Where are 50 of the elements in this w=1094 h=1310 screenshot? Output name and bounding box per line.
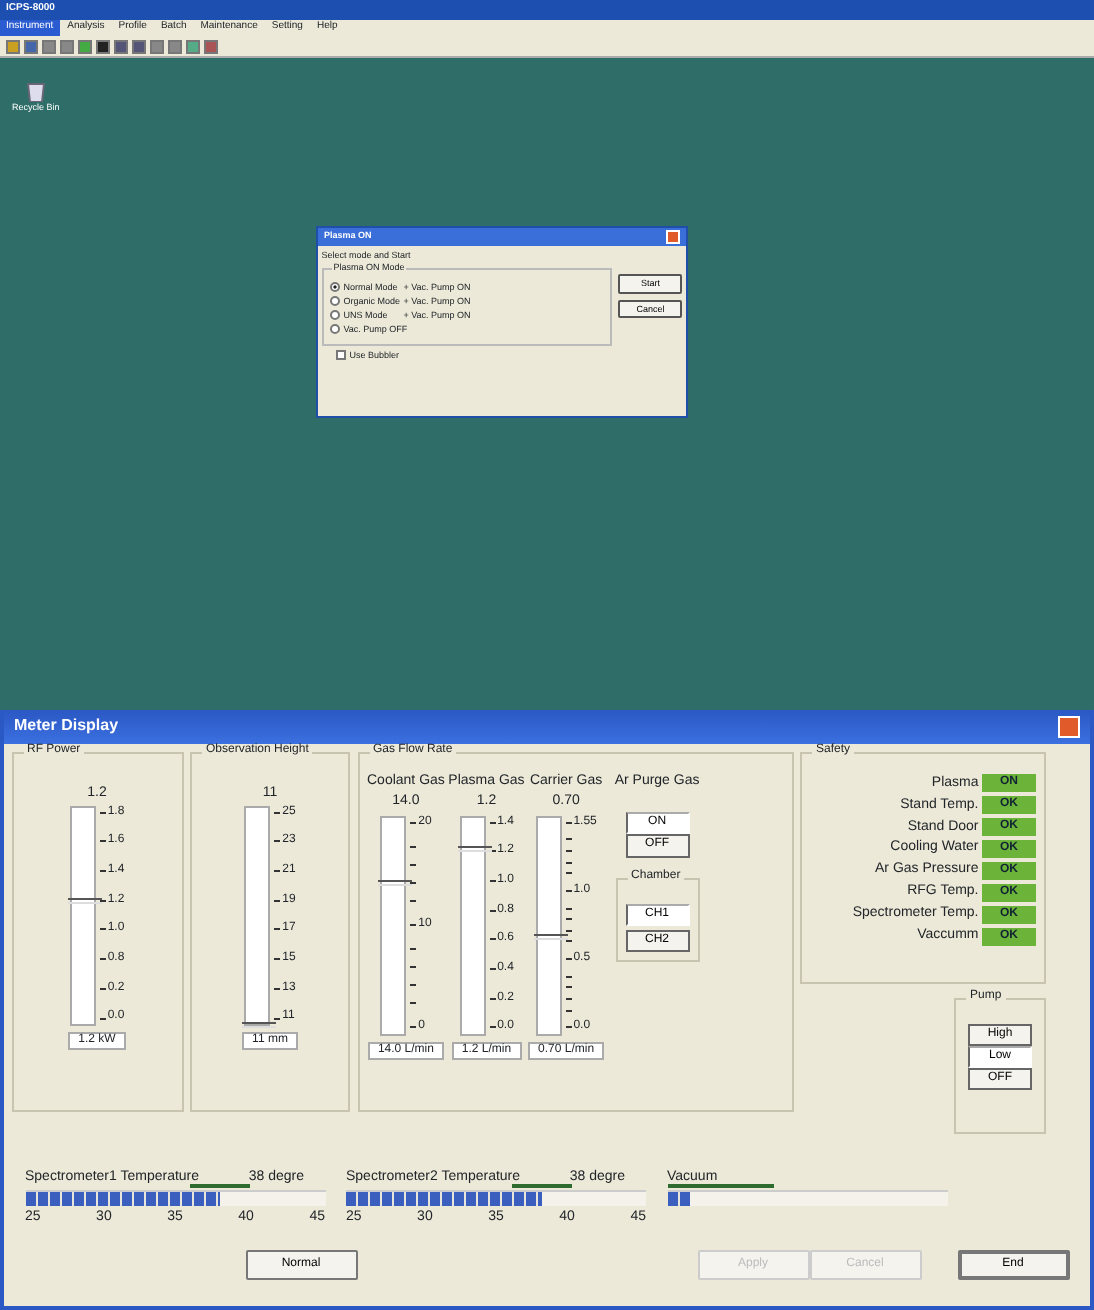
tick-mark xyxy=(489,997,496,1000)
close-button[interactable] xyxy=(1058,716,1080,738)
slider-thumb[interactable] xyxy=(378,879,413,886)
tick-mark xyxy=(99,958,106,961)
tick-mark xyxy=(565,975,572,978)
tick-mark xyxy=(489,880,496,882)
window-title: Meter Display xyxy=(14,716,119,738)
tick-mark xyxy=(274,870,281,873)
recycle-bin-icon[interactable] xyxy=(25,80,46,102)
tick-mark xyxy=(565,998,572,1001)
slider-track[interactable] xyxy=(69,805,96,1026)
tick-mark xyxy=(410,899,417,902)
slider-thumb[interactable] xyxy=(533,933,568,940)
slider-thumb[interactable] xyxy=(242,1021,277,1028)
tick-mark xyxy=(99,987,106,990)
tick-mark xyxy=(410,1002,417,1005)
setpoint-bar xyxy=(667,1184,774,1189)
tick-mark xyxy=(565,929,572,932)
tick-mark xyxy=(99,899,106,902)
radio-button[interactable] xyxy=(329,295,340,306)
close-button[interactable] xyxy=(666,230,680,244)
tick-mark xyxy=(410,881,417,884)
slider-track[interactable] xyxy=(535,815,562,1036)
tick-mark xyxy=(99,870,106,873)
tick-mark xyxy=(410,845,417,848)
radio-button[interactable] xyxy=(329,281,340,292)
tick-mark xyxy=(274,987,281,990)
slider-track[interactable] xyxy=(459,815,486,1036)
checkbox[interactable] xyxy=(335,350,346,361)
slider-track[interactable] xyxy=(244,805,271,1026)
tick-mark xyxy=(489,968,496,971)
tick-mark xyxy=(274,958,281,961)
tick-mark xyxy=(565,849,572,852)
setpoint-bar xyxy=(511,1184,571,1189)
tick-mark xyxy=(410,966,417,969)
radio-button[interactable] xyxy=(329,309,340,320)
tick-mark xyxy=(274,899,281,902)
radio-button[interactable] xyxy=(329,324,340,335)
slider-thumb[interactable] xyxy=(67,898,102,905)
tick-mark xyxy=(410,923,417,926)
tick-mark xyxy=(565,889,572,892)
tick-mark xyxy=(410,984,417,987)
setpoint-bar xyxy=(190,1184,250,1189)
tick-mark xyxy=(565,872,572,875)
tick-mark xyxy=(565,918,572,921)
slider-thumb[interactable] xyxy=(457,845,492,852)
tick-mark xyxy=(410,863,417,866)
tick-mark xyxy=(410,948,417,951)
tick-mark xyxy=(565,958,572,961)
slider-track[interactable] xyxy=(380,815,407,1036)
